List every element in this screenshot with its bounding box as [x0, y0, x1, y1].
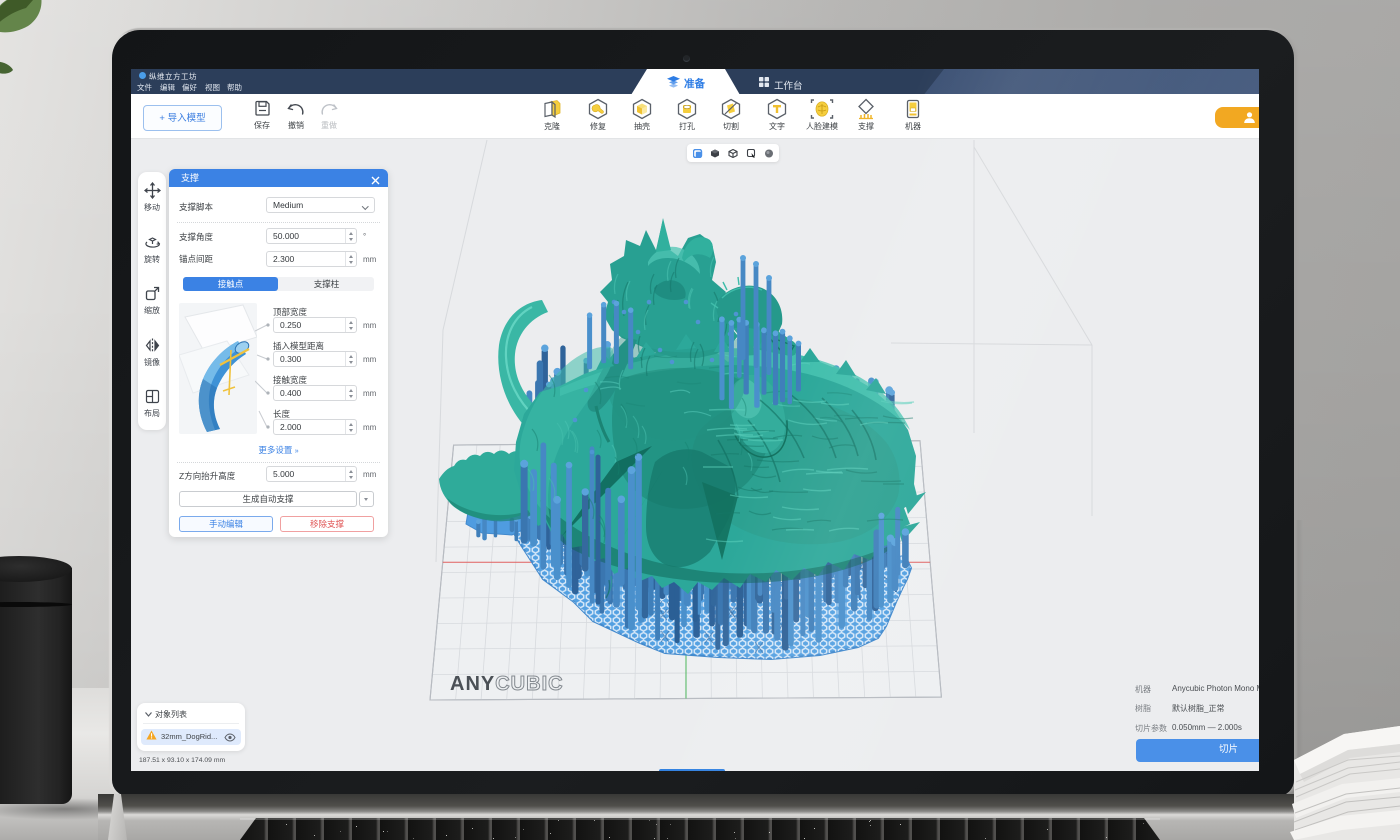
- svg-text:ANYCUBIC: ANYCUBIC: [450, 673, 564, 695]
